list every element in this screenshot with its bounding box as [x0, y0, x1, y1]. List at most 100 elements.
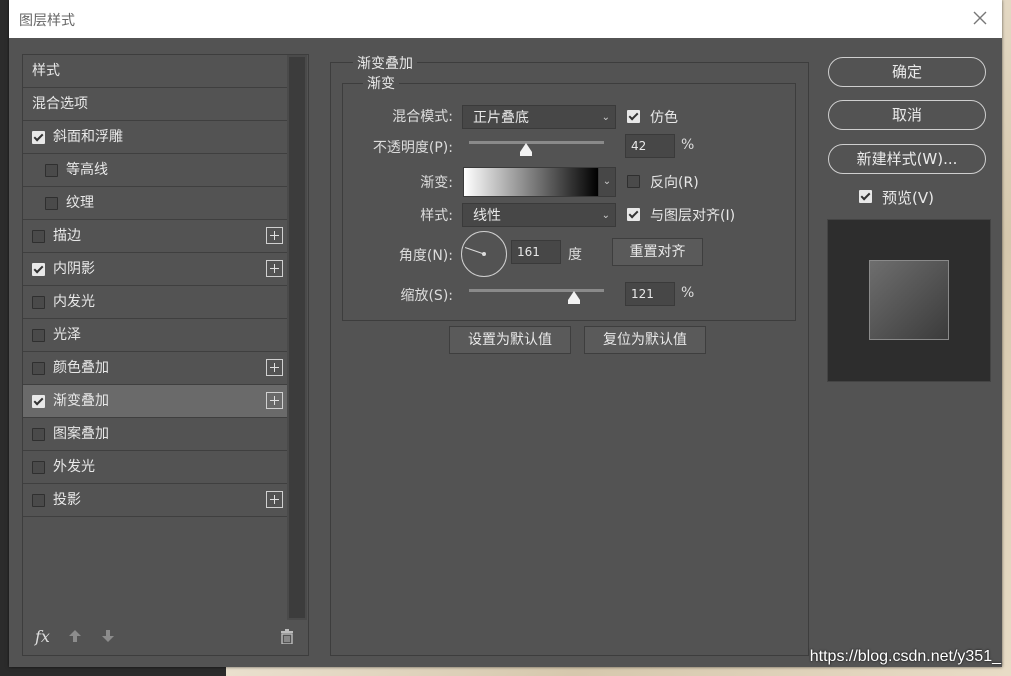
- angle-dial[interactable]: [461, 231, 507, 277]
- style-item-label: 光泽: [53, 327, 81, 343]
- trash-icon[interactable]: [280, 629, 294, 648]
- add-effect-icon[interactable]: [266, 359, 283, 376]
- style-item[interactable]: 描边: [23, 220, 287, 253]
- styles-toolbar: fx: [23, 621, 308, 655]
- style-item[interactable]: 投影: [23, 484, 287, 517]
- style-item[interactable]: 颜色叠加: [23, 352, 287, 385]
- style-item-label: 图案叠加: [53, 426, 109, 442]
- blend-mode-value: 正片叠底: [473, 110, 529, 126]
- style-item-label: 混合选项: [32, 96, 88, 112]
- style-item-label: 纹理: [66, 195, 94, 211]
- gradient-swatch[interactable]: [463, 167, 599, 197]
- move-down-icon[interactable]: [101, 629, 115, 647]
- reverse-label: 反向(R): [650, 175, 699, 191]
- gradient-dropdown-button[interactable]: ⌄: [598, 167, 616, 197]
- reset-alignment-button[interactable]: 重置对齐: [612, 238, 703, 266]
- style-checkbox[interactable]: [32, 428, 45, 441]
- group-title: 渐变: [363, 73, 399, 93]
- chevron-down-icon: ⌄: [602, 176, 612, 187]
- opacity-unit: %: [681, 137, 695, 153]
- style-item-label: 内发光: [53, 294, 95, 310]
- add-effect-icon[interactable]: [266, 392, 283, 409]
- add-effect-icon[interactable]: [266, 227, 283, 244]
- new-style-button[interactable]: 新建样式(W)...: [828, 144, 986, 174]
- scale-unit: %: [681, 285, 695, 301]
- style-item[interactable]: 图案叠加: [23, 418, 287, 451]
- section-title: 渐变叠加: [353, 53, 417, 73]
- style-checkbox[interactable]: [45, 197, 58, 210]
- checkbox-icon[interactable]: [627, 110, 640, 123]
- fx-button[interactable]: fx: [35, 627, 50, 646]
- set-default-button[interactable]: 设置为默认值: [449, 326, 571, 354]
- checkbox-icon[interactable]: [627, 208, 640, 221]
- blend-mode-label: 混合模式:: [392, 109, 453, 125]
- style-item[interactable]: 渐变叠加: [23, 385, 287, 418]
- preview-swatch: [869, 260, 949, 340]
- style-item-label: 等高线: [66, 162, 108, 178]
- style-checkbox[interactable]: [32, 230, 45, 243]
- style-checkbox[interactable]: [32, 494, 45, 507]
- scrollbar-thumb[interactable]: [289, 57, 305, 618]
- blend-mode-select[interactable]: 正片叠底 ⌄: [462, 105, 616, 129]
- style-item-label: 颜色叠加: [53, 360, 109, 376]
- style-checkbox[interactable]: [45, 164, 58, 177]
- angle-input[interactable]: 161: [511, 240, 561, 264]
- preview-thumbnail: [827, 219, 991, 382]
- styles-list: 样式混合选项斜面和浮雕等高线纹理描边内阴影内发光光泽颜色叠加渐变叠加图案叠加外发…: [23, 55, 287, 517]
- style-item[interactable]: 内阴影: [23, 253, 287, 286]
- style-item[interactable]: 斜面和浮雕: [23, 121, 287, 154]
- style-checkbox[interactable]: [32, 395, 45, 408]
- checkbox-icon[interactable]: [627, 175, 640, 188]
- style-item-label: 外发光: [53, 459, 95, 475]
- style-label: 样式:: [420, 208, 453, 224]
- cancel-button[interactable]: 取消: [828, 100, 986, 130]
- watermark: https://blog.csdn.net/y351_: [809, 648, 1001, 665]
- scale-slider-track[interactable]: [469, 289, 604, 292]
- close-icon[interactable]: [970, 8, 990, 28]
- angle-unit: 度: [568, 247, 582, 263]
- style-checkbox[interactable]: [32, 263, 45, 276]
- styles-panel: 样式混合选项斜面和浮雕等高线纹理描边内阴影内发光光泽颜色叠加渐变叠加图案叠加外发…: [22, 54, 309, 656]
- layer-style-dialog: 图层样式 样式 混合选项 斜面和浮雕 等高线 纹理 描边 内阴影 内发光 光泽 颜色叠加 渐变叠加图…: [9, 0, 1002, 667]
- style-checkbox[interactable]: [32, 131, 45, 144]
- checkbox-icon[interactable]: [859, 190, 872, 203]
- style-item-label: 渐变叠加: [53, 393, 109, 409]
- title-bar: 图层样式: [9, 0, 1002, 38]
- style-checkbox[interactable]: [32, 362, 45, 375]
- ok-button[interactable]: 确定: [828, 57, 986, 87]
- style-item[interactable]: 外发光: [23, 451, 287, 484]
- opacity-slider-thumb[interactable]: [519, 143, 532, 156]
- add-effect-icon[interactable]: [266, 491, 283, 508]
- gradient-label: 渐变:: [420, 175, 453, 191]
- add-effect-icon[interactable]: [266, 260, 283, 277]
- style-item[interactable]: 内发光: [23, 286, 287, 319]
- scale-slider-thumb[interactable]: [568, 291, 581, 304]
- style-checkbox[interactable]: [32, 461, 45, 474]
- scale-input[interactable]: 121: [625, 282, 675, 306]
- style-item[interactable]: 混合选项: [23, 88, 287, 121]
- style-item[interactable]: 纹理: [23, 187, 287, 220]
- chevron-down-icon: ⌄: [601, 210, 610, 221]
- angle-label: 角度(N):: [398, 248, 453, 264]
- style-item-label: 内阴影: [53, 261, 95, 277]
- dither-label: 仿色: [650, 110, 678, 126]
- styles-scrollbar[interactable]: [287, 55, 307, 620]
- chevron-down-icon: ⌄: [601, 112, 610, 123]
- style-item-label: 投影: [53, 492, 81, 508]
- style-item-label: 斜面和浮雕: [53, 129, 123, 145]
- move-up-icon[interactable]: [68, 629, 82, 647]
- style-checkbox[interactable]: [32, 329, 45, 342]
- gradient-style-select[interactable]: 线性 ⌄: [462, 203, 616, 227]
- opacity-input[interactable]: 42: [625, 134, 675, 158]
- style-item[interactable]: 光泽: [23, 319, 287, 352]
- style-item-label: 样式: [32, 63, 60, 79]
- align-with-layer-label: 与图层对齐(I): [650, 208, 736, 224]
- opacity-slider-track[interactable]: [469, 141, 604, 144]
- gradient-group: 渐变 混合模式: 正片叠底 ⌄ 仿色 不透明度(P): 42 % 渐变: ⌄ 反…: [342, 73, 796, 321]
- style-item[interactable]: 等高线: [23, 154, 287, 187]
- style-checkbox[interactable]: [32, 296, 45, 309]
- dialog-title: 图层样式: [19, 13, 75, 29]
- scale-label: 缩放(S):: [400, 288, 453, 304]
- style-item[interactable]: 样式: [23, 55, 287, 88]
- reset-default-button[interactable]: 复位为默认值: [584, 326, 706, 354]
